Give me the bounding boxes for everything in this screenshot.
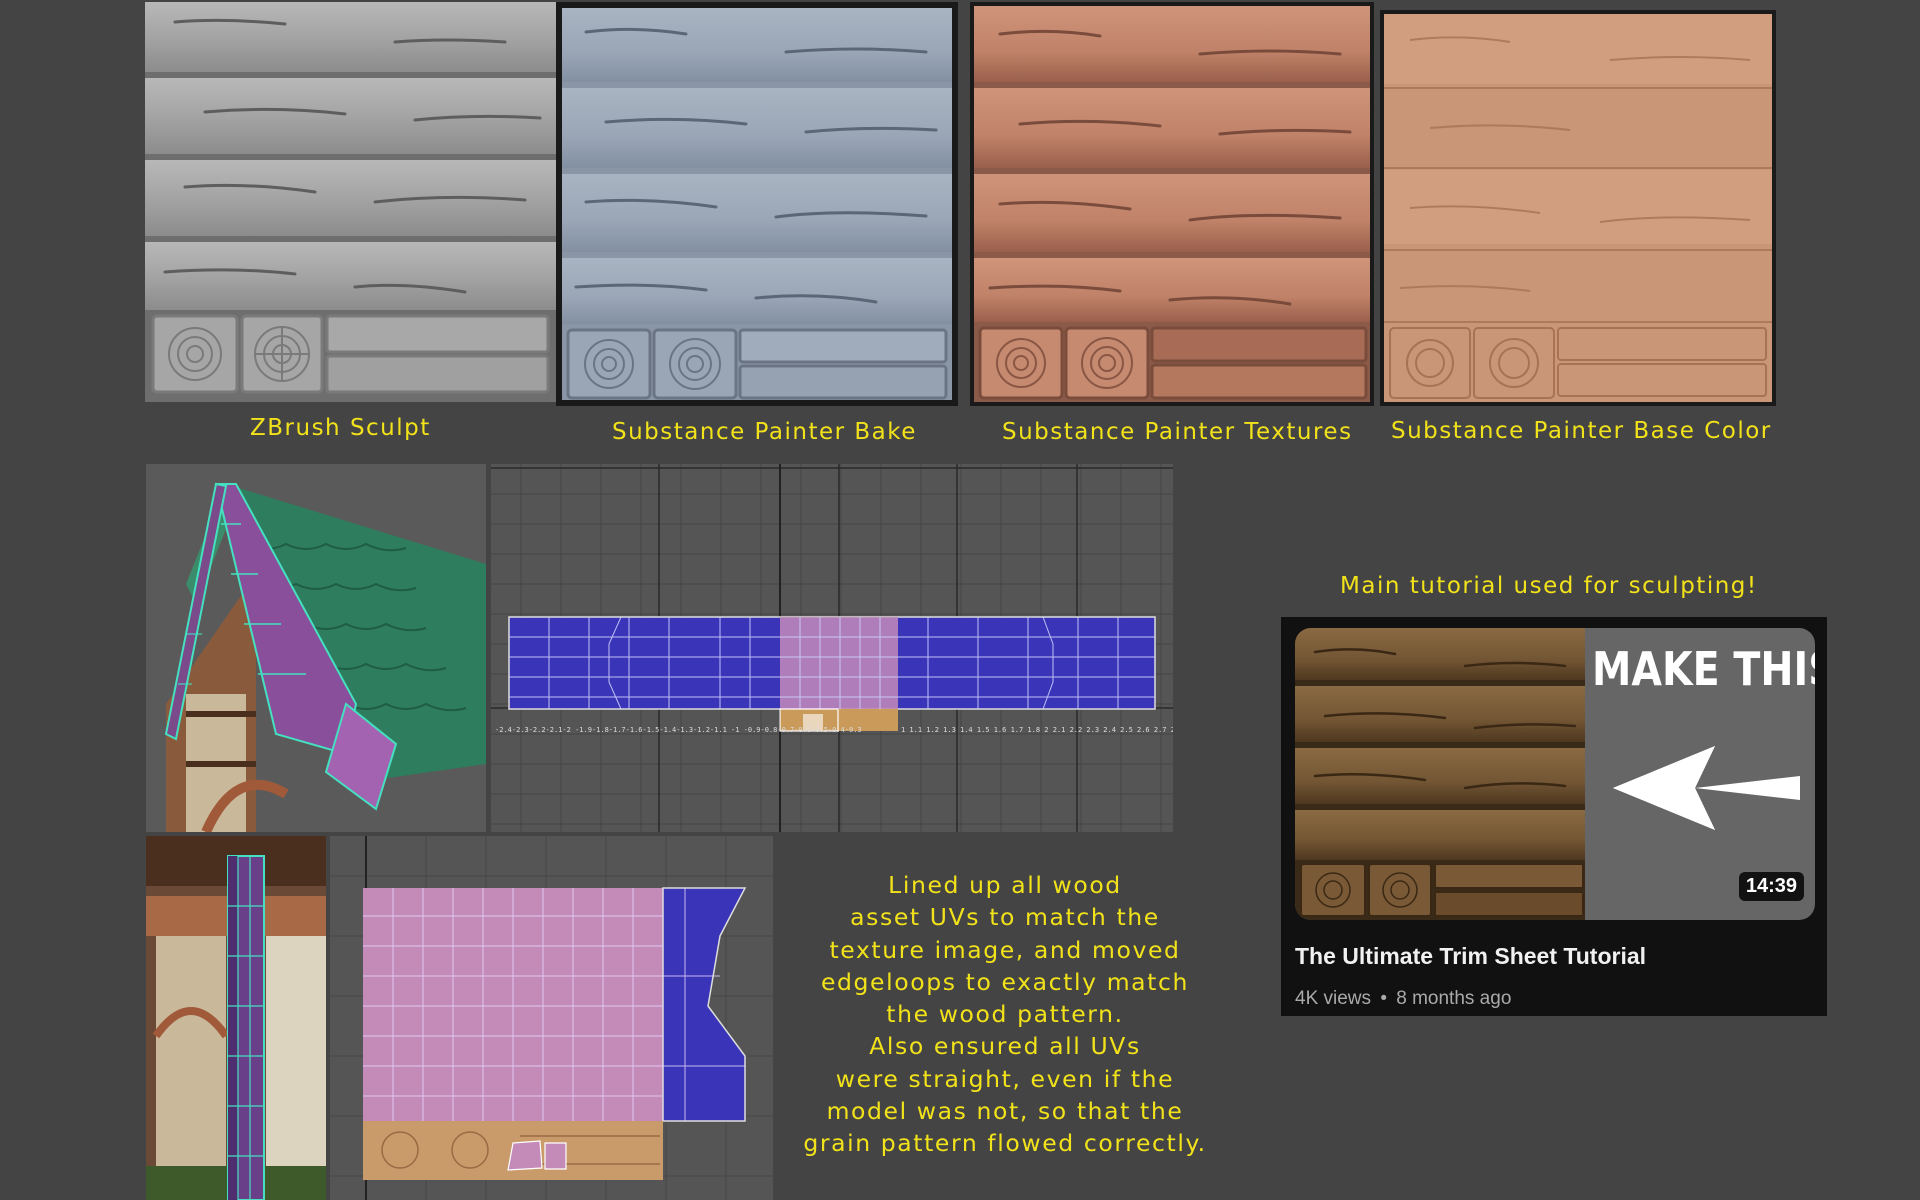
uv-notes: Lined up all wood asset UVs to match the…: [785, 869, 1225, 1160]
tutorial-heading: Main tutorial used for sculpting!: [1340, 573, 1758, 599]
video-age: 8 months ago: [1396, 988, 1512, 1009]
uv-note-line: edgeloops to exactly match: [820, 967, 1190, 996]
video-duration-badge: 14:39: [1738, 872, 1804, 901]
uv-note-line: asset UVs to match the: [850, 903, 1160, 932]
video-title[interactable]: The Ultimate Trim Sheet Tutorial: [1295, 943, 1646, 970]
substance-basecolor-image: [1380, 10, 1776, 406]
svg-text:-2.4-2.3-2.2-2.1-2 -1.9-1.8-1.: -2.4-2.3-2.2-2.1-2 -1.9-1.8-1.7-1.6-1.5-…: [495, 726, 862, 734]
post-model-render: [146, 836, 326, 1200]
uv-note-line: Also ensured all UVs: [869, 1032, 1141, 1061]
substance-textures-image: [970, 2, 1374, 406]
uv-note-line: grain pattern flowed correctly.: [803, 1129, 1207, 1158]
uv-note-line: Lined up all wood: [888, 871, 1122, 899]
uv-editor-post[interactable]: [330, 836, 773, 1200]
uv-note-line: texture image, and moved: [829, 935, 1181, 964]
uv-editor-roof[interactable]: -2.4-2.3-2.2-2.1-2 -1.9-1.8-1.7-1.6-1.5-…: [491, 464, 1173, 832]
video-meta: 4K views • 8 months ago: [1295, 988, 1511, 1010]
youtube-video-card[interactable]: MAKE THIS 14:39 The Ultimate Trim Sheet …: [1281, 617, 1827, 1016]
svg-text:1 1.1 1.2 1.3 1.4 1.5 1.6 1.7: 1 1.1 1.2 1.3 1.4 1.5 1.6 1.7 1.8 2 2.1 …: [901, 726, 1173, 734]
stage-caption-zbrush: ZBrush Sculpt: [250, 415, 431, 441]
uv-note-line: model was not, so that the: [826, 1097, 1184, 1126]
video-views: 4K views: [1295, 988, 1372, 1009]
stage-caption-textures: Substance Painter Textures: [1002, 419, 1353, 445]
substance-bake-image: [556, 2, 958, 406]
uv-note-line: the wood pattern.: [886, 1000, 1124, 1029]
video-thumbnail[interactable]: MAKE THIS 14:39: [1295, 628, 1815, 920]
meta-separator: •: [1380, 988, 1387, 1009]
zbrush-sculpt-image: [145, 2, 556, 402]
stage-caption-basecolor: Substance Painter Base Color: [1391, 418, 1772, 444]
thumbnail-make-this-text: MAKE THIS: [1592, 642, 1815, 696]
roof-model-render: [146, 464, 486, 832]
uv-note-line: were straight, even if the: [835, 1064, 1175, 1093]
stage-caption-bake: Substance Painter Bake: [612, 419, 917, 445]
